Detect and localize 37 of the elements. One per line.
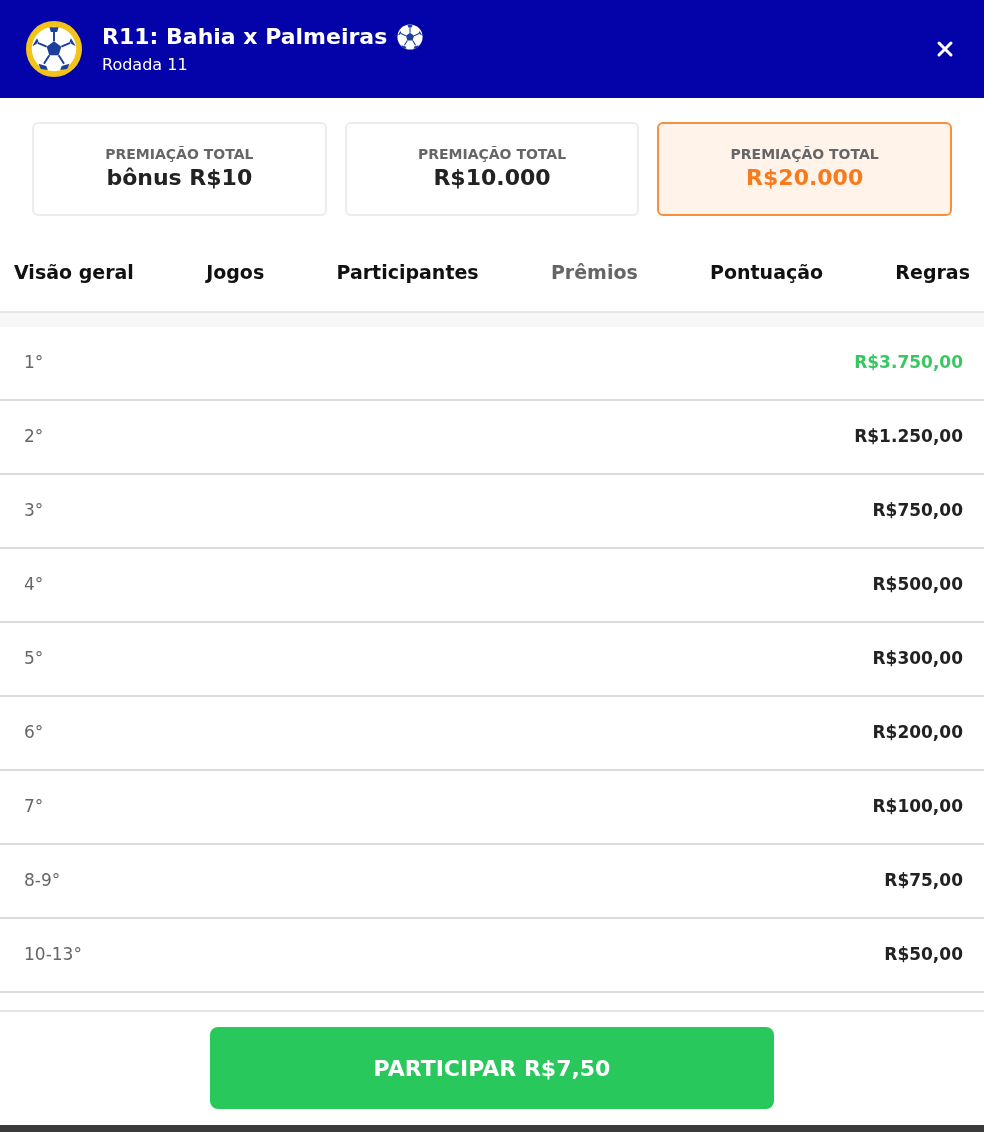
soccer-ball-icon bbox=[397, 23, 424, 50]
prize-position: 10-13° bbox=[24, 943, 82, 967]
prize-position: 3° bbox=[24, 499, 44, 523]
tab[interactable]: Visão geral bbox=[14, 259, 134, 285]
tab[interactable]: Participantes bbox=[336, 259, 479, 285]
match-title: R11: Bahia x Palmeiras bbox=[102, 22, 388, 51]
prize-amount: R$300,00 bbox=[872, 647, 963, 671]
prize-position: 1° bbox=[24, 351, 44, 375]
prize-position: 4° bbox=[24, 573, 44, 597]
prize-position: 6° bbox=[24, 721, 44, 745]
prize-amount: R$75,00 bbox=[884, 869, 963, 893]
tab[interactable]: Jogos bbox=[206, 259, 265, 285]
prize-card-label: PREMIAÇÃO TOTAL bbox=[105, 145, 254, 163]
tab[interactable]: Pontuação bbox=[710, 259, 824, 285]
prize-card-label: PREMIAÇÃO TOTAL bbox=[730, 145, 879, 163]
prize-position: 8-9° bbox=[24, 869, 61, 893]
prize-card-value: R$10.000 bbox=[433, 164, 551, 192]
prize-amount: R$1.250,00 bbox=[854, 425, 963, 449]
prize-card[interactable]: PREMIAÇÃO TOTAL bônus R$10 bbox=[32, 122, 327, 216]
prize-card[interactable]: PREMIAÇÃO TOTAL R$10.000 bbox=[344, 122, 640, 216]
prize-amount: R$500,00 bbox=[872, 573, 963, 597]
prize-card-value: R$20.000 bbox=[746, 164, 864, 192]
prize-amount: R$3.750,00 bbox=[854, 351, 963, 375]
tab[interactable]: Regras bbox=[895, 259, 970, 285]
prize-amount: R$200,00 bbox=[872, 721, 963, 745]
prize-amount: R$50,00 bbox=[884, 943, 963, 967]
prize-amount: R$750,00 bbox=[872, 499, 963, 523]
prize-position: 5° bbox=[24, 647, 44, 671]
round-subtitle: Rodada 11 bbox=[102, 53, 188, 76]
soccer-ball-logo-icon bbox=[25, 20, 83, 78]
prize-position: 2° bbox=[24, 425, 44, 449]
prize-position: 7° bbox=[24, 795, 44, 819]
prize-amount: R$100,00 bbox=[872, 795, 963, 819]
prize-card-label: PREMIAÇÃO TOTAL bbox=[417, 145, 567, 163]
tab[interactable]: Prêmios bbox=[550, 259, 638, 285]
prize-card[interactable]: PREMIAÇÃO TOTAL R$20.000 bbox=[657, 122, 952, 216]
prize-card-value: bônus R$10 bbox=[106, 164, 253, 192]
